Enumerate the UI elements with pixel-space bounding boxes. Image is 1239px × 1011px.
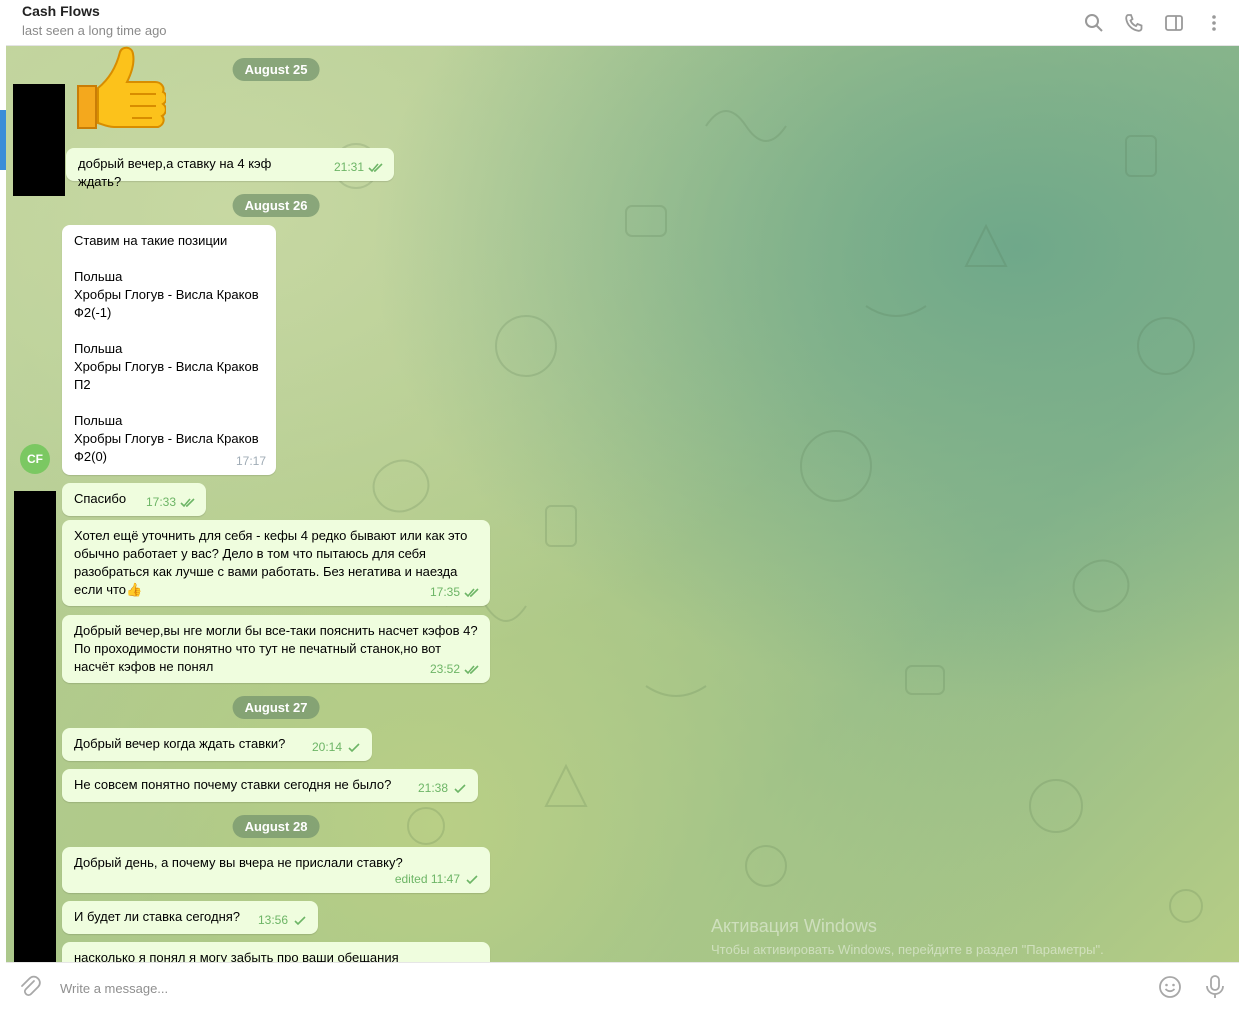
chat-area[interactable]: August 25 добрый вечер,а ставку на 4 кэф…: [6, 46, 1239, 962]
single-check-icon: [292, 915, 308, 926]
outgoing-message[interactable]: Спасибо 17:33: [62, 483, 206, 516]
phone-icon[interactable]: [1121, 10, 1147, 36]
outgoing-message[interactable]: добрый вечер,а ставку на 4 кэф ждать? 21…: [66, 148, 394, 189]
date-separator: August 27: [232, 696, 320, 719]
emoji-icon[interactable]: [1158, 975, 1182, 999]
message-text: насколько я понял я могу забыть про ваши…: [74, 950, 399, 962]
redacted-avatar: [13, 84, 65, 196]
date-separator: August 26: [232, 194, 320, 217]
chat-status: last seen a long time ago: [22, 23, 167, 38]
message-time: 21:38: [417, 781, 448, 795]
more-vertical-icon[interactable]: [1201, 10, 1227, 36]
single-check-icon: [452, 783, 468, 794]
search-icon[interactable]: [1081, 10, 1107, 36]
message-time: 17:17: [235, 454, 266, 468]
redacted-avatar: [14, 491, 56, 962]
windows-activation-title: Активация Windows: [711, 916, 877, 936]
microphone-icon[interactable]: [1203, 974, 1227, 1000]
incoming-message[interactable]: Ставим на такие позиции Польша Хробры Гл…: [62, 225, 276, 475]
message-time: 13:56: [257, 913, 288, 927]
header-actions: [1081, 10, 1227, 36]
double-check-icon: [368, 162, 384, 173]
outgoing-message[interactable]: насколько я понял я могу забыть про ваши…: [62, 942, 490, 962]
single-check-icon: [346, 742, 362, 753]
outgoing-message[interactable]: Добрый день, а почему вы вчера не присла…: [62, 847, 490, 893]
chat-header: Cash Flows last seen a long time ago: [6, 0, 1239, 46]
message-time: 20:14: [311, 740, 342, 754]
single-check-icon: [464, 874, 480, 885]
message-time: edited 11:47: [394, 872, 460, 886]
message-text: Хотел ещё уточнить для себя - кефы 4 ред…: [74, 528, 472, 597]
message-input[interactable]: [58, 977, 962, 999]
sidebar-toggle-icon[interactable]: [1161, 10, 1187, 36]
outgoing-message[interactable]: Добрый вечер когда ждать ставки? 20:14: [62, 728, 372, 761]
double-check-icon: [464, 664, 480, 675]
double-check-icon: [464, 587, 480, 598]
outgoing-message[interactable]: Добрый вечер,вы нге могли бы все-таки по…: [62, 615, 490, 683]
message-time: 17:35: [429, 585, 460, 599]
outgoing-message[interactable]: Не совсем понятно почему ставки сегодня …: [62, 769, 478, 802]
date-separator: August 25: [232, 58, 320, 81]
message-time: 21:31: [333, 160, 364, 174]
avatar[interactable]: CF: [20, 444, 50, 474]
message-composer: [6, 962, 1239, 1011]
message-text: Добрый вечер,вы нге могли бы все-таки по…: [74, 623, 478, 674]
message-time: 23:52: [429, 662, 460, 676]
message-time: 17:33: [145, 495, 176, 509]
windows-activation-subtitle: Чтобы активировать Windows, перейдите в …: [711, 942, 1104, 957]
message-text: Не совсем понятно почему ставки сегодня …: [74, 777, 392, 792]
outgoing-message[interactable]: И будет ли ставка сегодня? 13:56: [62, 901, 318, 934]
date-separator: August 28: [232, 815, 320, 838]
outgoing-message[interactable]: Хотел ещё уточнить для себя - кефы 4 ред…: [62, 520, 490, 606]
thumbs-up-sticker[interactable]: [70, 46, 166, 132]
chat-title[interactable]: Cash Flows: [22, 3, 100, 19]
message-text: Ставим на такие позиции Польша Хробры Гл…: [74, 233, 259, 464]
double-check-icon: [180, 497, 196, 508]
paperclip-icon[interactable]: [18, 975, 42, 999]
